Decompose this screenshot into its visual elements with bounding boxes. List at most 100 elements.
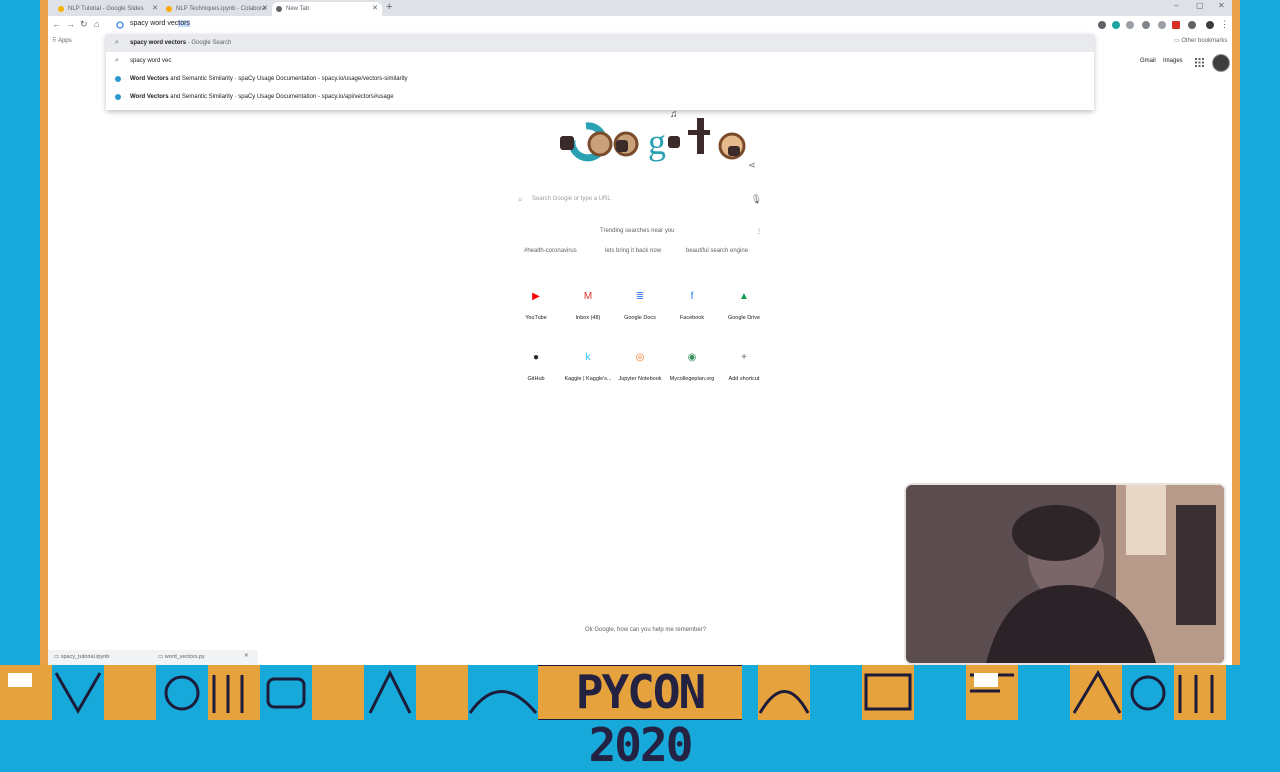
extension-icon[interactable]: [1126, 21, 1134, 29]
other-bookmarks[interactable]: ▭ Other bookmarks: [1174, 37, 1227, 44]
maximize-button[interactable]: ▢: [1196, 1, 1204, 10]
tab-label: New Tab: [286, 6, 310, 12]
shortcut-label: GitHub: [527, 376, 545, 382]
google-doodle-logo[interactable]: g ♫: [532, 108, 762, 172]
shortcut-tile[interactable]: ≣ Google Docs: [610, 290, 670, 340]
google-search-box[interactable]: ⌕ Search Google or type a URL 🎙: [514, 192, 766, 210]
shortcut-label: Google Drive: [727, 315, 761, 321]
shortcut-tile[interactable]: M Inbox (48): [558, 290, 618, 340]
images-link[interactable]: Images: [1163, 58, 1183, 64]
downloads-bar: ▭ spacy_tutorial.ipynb ▭ word_vectors.py…: [48, 650, 258, 665]
right-accent-stripe: [1232, 0, 1240, 665]
suggestion-text: spacy word vec: [130, 52, 171, 70]
minimize-button[interactable]: –: [1174, 1, 1178, 10]
globe-icon: [115, 76, 121, 82]
home-button[interactable]: ⌂: [94, 19, 99, 29]
suggestion-text: Word Vectors and Semantic Similarity · s…: [130, 70, 408, 88]
suggestion-text: Word Vectors and Semantic Similarity · s…: [130, 88, 394, 106]
suggestion-bold: spacy word vectors: [130, 40, 187, 46]
pycon-2020-title: PYCON 2020: [538, 666, 742, 772]
shortcut-tile[interactable]: ▲ Google Drive: [714, 290, 774, 340]
site-icon: ◉: [687, 352, 697, 363]
suggestion-item[interactable]: ⌕ spacy word vectors - Google Search: [106, 34, 1094, 52]
browser-toolbar: ← → ↻ ⌂ spacy word vectors ⋮: [48, 16, 1232, 34]
shortcut-tile[interactable]: k Kaggle | Kaggle's...: [558, 351, 618, 401]
github-icon: ●: [532, 352, 540, 363]
suggestion-bold: Word Vectors: [130, 94, 169, 100]
trending-chip[interactable]: #health-coronavirus: [524, 248, 577, 254]
extension-icon[interactable]: [1098, 21, 1106, 29]
colab-favicon-icon: [166, 6, 172, 12]
reload-button[interactable]: ↻: [80, 19, 88, 30]
presenter-video-image: [906, 485, 1224, 663]
gmail-link[interactable]: Gmail: [1140, 58, 1156, 64]
svg-text:g: g: [648, 122, 666, 162]
close-tab-icon[interactable]: ✕: [262, 2, 268, 16]
suggestion-text: spacy word vectors - Google Search: [130, 34, 231, 52]
menu-kebab-icon[interactable]: ⋮: [1220, 19, 1229, 30]
close-tab-icon[interactable]: ✕: [372, 2, 378, 16]
left-frame-border: [0, 0, 40, 665]
presenter-webcam-overlay: [904, 483, 1226, 665]
trending-chip[interactable]: beautiful search engine: [686, 248, 748, 254]
shortcut-label: Add shortcut: [728, 376, 760, 382]
tab-colab[interactable]: NLP Techniques.ipynb - Colabora ✕: [162, 2, 272, 16]
apps-grid-icon: ⠿: [52, 38, 57, 44]
omnibox-suggestions: ⌕ spacy word vectors - Google Search ⌕ s…: [106, 34, 1094, 110]
share-icon[interactable]: ⋖: [748, 160, 756, 171]
address-bar[interactable]: spacy word vectors: [106, 17, 1094, 33]
trending-chip[interactable]: lets bring it back now: [605, 248, 661, 254]
slides-favicon-icon: [58, 6, 64, 12]
suggestion-item[interactable]: ⌕ spacy word vec: [106, 52, 1094, 70]
search-icon: ⌕: [518, 195, 523, 204]
back-button[interactable]: ←: [52, 19, 61, 29]
footer-promo-text[interactable]: Ok Google, how can you help me remember?: [585, 627, 706, 633]
extension-icon[interactable]: [1188, 21, 1196, 29]
shortcut-label: Mycollegeplan.org: [669, 376, 715, 382]
tab-strip: NLP Tutorial - Google Slides ✕ NLP Techn…: [48, 0, 1232, 16]
forward-button[interactable]: →: [66, 19, 75, 29]
shortcut-tile[interactable]: ◎ Jupyter Notebook: [610, 351, 670, 401]
suggestion-item[interactable]: Word Vectors and Semantic Similarity · s…: [106, 70, 1094, 88]
microphone-icon[interactable]: 🎙: [751, 194, 762, 205]
account-avatar[interactable]: [1212, 54, 1230, 72]
suggestion-rest: and Semantic Similarity · spaCy Usage Do…: [168, 94, 394, 100]
shortcut-label: Kaggle | Kaggle's...: [564, 376, 612, 382]
close-tab-icon[interactable]: ✕: [152, 2, 158, 16]
shortcut-label: Google Docs: [624, 315, 656, 321]
close-window-button[interactable]: ✕: [1218, 1, 1225, 10]
docs-icon: ≣: [635, 291, 645, 302]
profile-avatar-icon[interactable]: [1206, 21, 1214, 29]
download-item[interactable]: ▭ word_vectors.py: [158, 654, 205, 660]
suggestion-item[interactable]: Word Vectors and Semantic Similarity · s…: [106, 88, 1094, 106]
extension-icon[interactable]: [1158, 21, 1166, 29]
file-icon: ▭: [158, 654, 165, 660]
close-downloads-icon[interactable]: ✕: [244, 653, 249, 659]
shortcut-label: Facebook: [679, 315, 705, 321]
extension-icon[interactable]: [1172, 21, 1180, 29]
folder-icon: ▭: [1174, 38, 1180, 44]
kaggle-icon: k: [585, 352, 591, 363]
plus-icon: +: [741, 352, 747, 363]
tab-slides[interactable]: NLP Tutorial - Google Slides ✕: [54, 2, 162, 16]
tab-new-tab[interactable]: New Tab ✕: [272, 2, 382, 16]
omnibox-autocomplete-text: tors: [178, 20, 190, 27]
right-frame-border: [1240, 0, 1280, 665]
apps-bookmark[interactable]: ⠿ Apps: [52, 37, 72, 44]
shortcut-label: Inbox (48): [575, 315, 601, 321]
extension-icon[interactable]: [1142, 21, 1150, 29]
new-tab-button[interactable]: +: [386, 1, 392, 13]
download-item[interactable]: ▭ spacy_tutorial.ipynb: [54, 654, 109, 660]
google-apps-icon[interactable]: [1195, 58, 1204, 67]
shortcut-tile[interactable]: ◉ Mycollegeplan.org: [662, 351, 722, 401]
add-shortcut-tile[interactable]: + Add shortcut: [714, 351, 774, 401]
file-icon: ▭: [54, 654, 61, 660]
more-options-icon[interactable]: ⋮: [756, 228, 762, 235]
suggestion-bold: Word Vectors: [130, 76, 169, 82]
shortcut-tile[interactable]: ● GitHub: [506, 351, 566, 401]
shortcut-tile[interactable]: ▶ YouTube: [506, 290, 566, 340]
shortcut-tile[interactable]: f Facebook: [662, 290, 722, 340]
extension-icon[interactable]: [1112, 21, 1120, 29]
download-label: word_vectors.py: [164, 654, 205, 660]
suggestion-rest: - Google Search: [186, 40, 232, 46]
